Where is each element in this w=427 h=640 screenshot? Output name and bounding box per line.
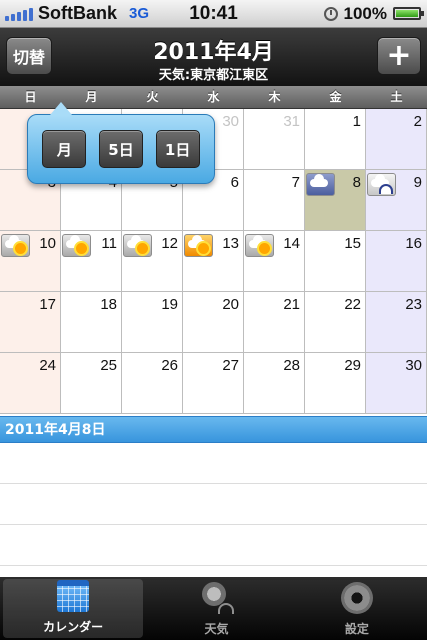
weather-icon [200,582,235,614]
day-cell[interactable]: 9 [366,170,427,231]
tab-label: 天気 [204,622,229,636]
calendar-icon [57,580,90,612]
day-number: 31 [283,113,300,130]
tab-calendar[interactable]: カレンダー [3,579,144,638]
day-cell[interactable]: 26 [122,353,183,414]
cloud-sun-weather-icon [123,234,152,257]
day-cell[interactable]: 14 [244,231,305,292]
day-number: 25 [100,357,117,374]
day-cell[interactable]: 25 [61,353,122,414]
day-cell[interactable]: 20 [183,292,244,353]
day-number: 17 [39,296,56,313]
month-title: 2011年4月 [153,40,274,65]
weekday-fri: 金 [329,90,342,104]
day-cell-selected[interactable]: 8 [305,170,366,231]
day-number: 29 [344,357,361,374]
day-cell[interactable]: 27 [183,353,244,414]
alarm-icon [323,6,338,21]
weekday-tue: 火 [146,90,159,104]
day-number: 15 [344,235,361,252]
day-cell[interactable]: 31 [244,109,305,170]
day-number: 2 [413,113,422,130]
day-number: 13 [222,235,239,252]
day-number: 24 [39,357,56,374]
day-number: 6 [230,174,239,191]
day-number: 30 [405,357,422,374]
day-cell[interactable]: 22 [305,292,366,353]
day-cell[interactable]: 15 [305,231,366,292]
weekday-thu: 木 [268,90,281,104]
navigation-bar: 切替 2011年4月 天気:東京都江東区 + [0,28,427,86]
cloud-sun-weather-icon [1,234,30,257]
battery-icon [393,7,424,20]
tab-label: カレンダー [43,620,104,634]
tab-bar: カレンダー 天気 設定 [0,577,427,640]
sun-cloud-weather-icon [184,234,213,257]
day-cell[interactable]: 2 [366,109,427,170]
day-number: 8 [352,174,361,191]
weekday-sat: 土 [390,90,403,104]
day-number: 18 [100,296,117,313]
list-row [0,484,427,525]
day-cell[interactable]: 10 [0,231,61,292]
day-cell[interactable]: 16 [366,231,427,292]
day-number: 27 [222,357,239,374]
day-number: 23 [405,296,422,313]
day-number: 11 [101,235,117,252]
signal-strength-icon [5,7,33,21]
list-row [0,443,427,484]
day-number: 26 [161,357,178,374]
switch-view-button[interactable]: 切替 [6,37,52,75]
day-cell[interactable]: 21 [244,292,305,353]
day-cell[interactable]: 13 [183,231,244,292]
cloudy-weather-icon [306,173,335,196]
day-number: 10 [39,235,56,252]
day-number: 12 [161,235,178,252]
day-cell[interactable]: 19 [122,292,183,353]
network-type: 3G [129,5,150,22]
day-cell[interactable]: 18 [61,292,122,353]
day-cell[interactable]: 7 [244,170,305,231]
one-day-view-button[interactable]: 1日 [155,130,200,168]
day-number: 14 [283,235,300,252]
status-bar: SoftBank 3G 10:41 100% [0,0,427,28]
day-number: 20 [222,296,239,313]
day-cell[interactable]: 23 [366,292,427,353]
day-number: 7 [291,174,300,191]
tab-label: 設定 [344,622,369,636]
day-number: 22 [344,296,361,313]
day-number: 19 [161,296,178,313]
view-mode-popover: 月 5日 1日 [27,102,215,184]
day-cell[interactable]: 28 [244,353,305,414]
list-row [0,525,427,566]
weather-location: 天気:東京都江東区 [158,68,269,83]
gear-icon [341,582,373,614]
day-number: 28 [283,357,300,374]
add-event-button[interactable]: + [377,37,421,75]
day-cell[interactable]: 17 [0,292,61,353]
selected-date-header: 2011年4月8日 [0,416,427,443]
month-view-button[interactable]: 月 [42,130,87,168]
rain-weather-icon [367,173,396,196]
day-number: 30 [222,113,239,130]
event-list[interactable] [0,443,427,577]
day-cell[interactable]: 1 [305,109,366,170]
day-cell[interactable]: 11 [61,231,122,292]
tab-settings[interactable]: 設定 [287,577,427,640]
weekday-wed: 水 [207,90,220,104]
day-cell[interactable]: 30 [366,353,427,414]
tab-weather[interactable]: 天気 [146,577,286,640]
day-number: 9 [413,174,422,191]
day-number: 21 [283,296,300,313]
day-cell[interactable]: 12 [122,231,183,292]
day-cell[interactable]: 29 [305,353,366,414]
day-cell[interactable]: 24 [0,353,61,414]
day-number: 1 [352,113,361,130]
day-number: 16 [405,235,422,252]
battery-percent: 100% [343,3,387,23]
cloud-sun-weather-icon [62,234,91,257]
cloud-sun-weather-icon [245,234,274,257]
carrier-name: SoftBank [38,3,118,23]
five-day-view-button[interactable]: 5日 [98,130,143,168]
